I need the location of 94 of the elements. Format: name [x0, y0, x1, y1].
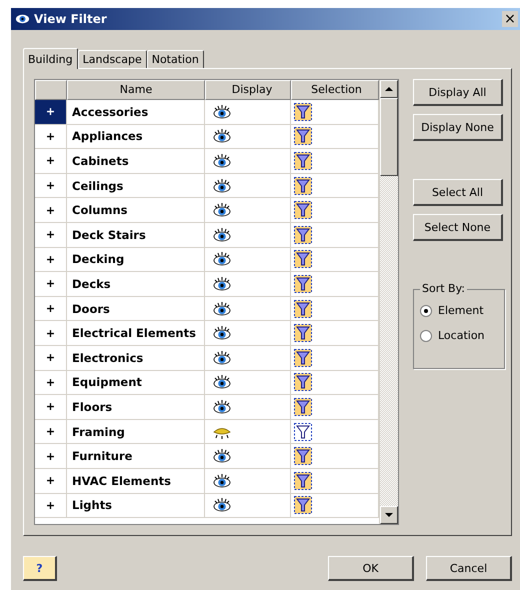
up-arrow-icon [385, 87, 393, 91]
eye-icon[interactable] [213, 375, 231, 390]
eye-icon[interactable] [213, 400, 231, 414]
dialog-button[interactable]: Cancel [426, 556, 512, 581]
table-cell: Doors [67, 296, 205, 322]
table-cell: Furniture [67, 444, 205, 469]
eye-icon [15, 13, 30, 25]
eye-icon[interactable] [213, 178, 231, 193]
table-cell: Decking [67, 248, 205, 272]
expand-toggle[interactable]: + [35, 468, 67, 494]
help-button[interactable]: ? [23, 556, 57, 581]
filter-icon[interactable] [294, 398, 312, 416]
close-button[interactable]: × [502, 11, 518, 27]
expand-toggle[interactable]: + [35, 272, 67, 297]
tab[interactable]: Landscape [78, 50, 147, 68]
radio-label[interactable]: Location [438, 329, 485, 342]
filter-icon[interactable] [294, 348, 312, 367]
table-cell: Columns [67, 198, 205, 223]
table-cell: Equipment [67, 370, 205, 396]
scroll-down-button[interactable] [380, 506, 398, 524]
scroll-up-button[interactable] [380, 80, 398, 98]
filter-icon[interactable] [294, 373, 312, 392]
eye-icon[interactable] [213, 302, 231, 316]
eye-icon[interactable] [213, 252, 231, 266]
table-cell: Accessories [67, 100, 205, 125]
radio-button[interactable] [420, 304, 432, 316]
expand-toggle[interactable]: + [35, 248, 67, 272]
table-cell: Appliances [67, 124, 205, 150]
expand-toggle[interactable]: + [35, 149, 67, 174]
table-cell: Framing [67, 420, 205, 444]
action-button[interactable]: Select All [413, 179, 503, 206]
filter-icon[interactable] [294, 152, 312, 170]
radio-button[interactable] [420, 330, 432, 342]
expand-toggle[interactable]: + [35, 296, 67, 322]
filter-icon[interactable] [294, 324, 312, 342]
table-cell: Floors [67, 395, 205, 420]
filter-icon[interactable] [294, 250, 312, 268]
filter-icon[interactable] [294, 496, 312, 514]
radio-label[interactable]: Element [438, 304, 484, 317]
eye-icon[interactable] [213, 350, 231, 365]
filter-icon[interactable] [294, 102, 312, 121]
action-button[interactable]: Display None [413, 114, 503, 141]
expand-toggle[interactable]: + [35, 321, 67, 346]
table-cell: Deck Stairs [67, 222, 205, 248]
column-header[interactable]: Display [205, 80, 291, 100]
action-button[interactable]: Select None [413, 214, 503, 241]
eye-icon[interactable] [213, 203, 231, 218]
table-cell: Cabinets [67, 149, 205, 174]
table-cell: Decks [67, 272, 205, 297]
scroll-thumb[interactable] [380, 98, 398, 176]
expand-toggle[interactable]: + [35, 370, 67, 396]
expand-toggle[interactable]: + [35, 494, 67, 518]
filter-icon[interactable] [294, 176, 312, 195]
filter-icon[interactable] [294, 472, 312, 490]
eye-icon[interactable] [213, 104, 231, 119]
tab[interactable]: Notation [146, 50, 204, 68]
table-cell: Lights [67, 494, 205, 518]
expand-toggle[interactable]: + [35, 395, 67, 420]
down-arrow-icon [385, 513, 393, 517]
expand-toggle[interactable]: + [35, 444, 67, 469]
filter-icon[interactable] [294, 274, 312, 293]
group-label: Sort By: [420, 282, 468, 295]
filter-icon[interactable] [294, 422, 312, 441]
column-header[interactable]: Selection [291, 80, 379, 100]
filter-icon[interactable] [294, 201, 312, 220]
filter-icon[interactable] [294, 127, 312, 146]
eye-icon[interactable] [213, 276, 231, 291]
action-button[interactable]: Display All [413, 79, 503, 106]
eye-icon[interactable] [213, 326, 231, 340]
eye-icon[interactable] [213, 498, 231, 512]
eye-icon[interactable] [213, 129, 231, 144]
expand-toggle[interactable]: + [35, 222, 67, 248]
eye-icon[interactable] [213, 449, 231, 464]
table-cell: Electronics [67, 346, 205, 371]
scrollbar[interactable] [379, 80, 398, 524]
filter-icon[interactable] [294, 226, 312, 244]
filter-icon[interactable] [294, 300, 312, 318]
expand-toggle[interactable]: + [35, 198, 67, 223]
expand-toggle[interactable]: + [35, 420, 67, 444]
filter-icon[interactable] [294, 447, 312, 466]
expand-toggle[interactable]: + [35, 174, 67, 198]
window-title: View Filter [34, 12, 108, 26]
column-header[interactable]: Name [67, 80, 205, 100]
expand-toggle[interactable]: + [35, 100, 67, 125]
tab[interactable]: Building [23, 48, 78, 69]
eye-icon[interactable] [213, 474, 231, 488]
eye-icon[interactable] [213, 154, 231, 168]
dialog-button[interactable]: OK [328, 556, 414, 581]
table-cell: HVAC Elements [67, 468, 205, 494]
expand-toggle[interactable]: + [35, 346, 67, 371]
eye-icon[interactable] [213, 228, 231, 242]
expand-toggle[interactable]: + [35, 124, 67, 150]
table-cell: Electrical Elements [67, 321, 205, 346]
table-cell: Ceilings [67, 174, 205, 198]
